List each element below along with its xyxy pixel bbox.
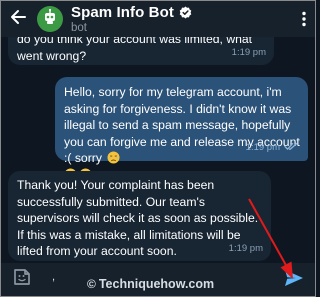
robot-avatar-icon <box>41 8 59 31</box>
message-bubble-incoming[interactable]: do you think your account was limited, w… <box>8 37 274 65</box>
double-check-icon <box>284 139 298 156</box>
more-menu-button[interactable] <box>297 11 311 29</box>
message-text-block: Hello, sorry for my telegram account, i'… <box>64 84 300 183</box>
message-text: do you think your account was limited, w… <box>17 37 253 63</box>
message-time: 1:19 pm <box>231 46 266 58</box>
message-bubble-incoming[interactable]: Thank you! Your complaint has been succe… <box>8 171 271 261</box>
chat-header-info[interactable]: Spam Info Bot bot <box>71 4 192 35</box>
title-row: Spam Info Bot <box>71 4 192 22</box>
chat-subtitle: bot <box>71 21 87 34</box>
copyright-symbol: © <box>87 277 96 291</box>
message-time: 1:19 pm <box>245 141 280 153</box>
message-bubble-outgoing[interactable]: Hello, sorry for my telegram account, i'… <box>55 77 308 180</box>
chat-header: Spam Info Bot bot <box>1 1 315 37</box>
bot-avatar[interactable] <box>37 6 63 32</box>
message-time: 1:19 pm <box>228 242 263 254</box>
back-button[interactable] <box>1 1 35 37</box>
arrow-left-icon <box>10 9 26 30</box>
chat-title: Spam Info Bot <box>71 4 174 21</box>
sticker-button[interactable] <box>11 269 33 291</box>
kebab-menu-icon <box>302 11 306 29</box>
verified-badge-icon <box>179 6 192 19</box>
sad-cry-emoji-icon <box>107 151 120 164</box>
message-list[interactable]: do you think your account was limited, w… <box>1 37 315 261</box>
message-text: Thank you! Your complaint has been succe… <box>17 178 259 258</box>
sticker-icon <box>12 267 32 292</box>
send-button[interactable] <box>283 269 305 291</box>
message-input-value: , <box>52 271 56 283</box>
watermark: © Techniquehow.com <box>87 277 214 291</box>
send-icon <box>284 269 304 292</box>
watermark-text: Techniquehow.com <box>98 277 215 291</box>
telegram-chat-window: Spam Info Bot bot do you think your acco… <box>0 0 316 297</box>
